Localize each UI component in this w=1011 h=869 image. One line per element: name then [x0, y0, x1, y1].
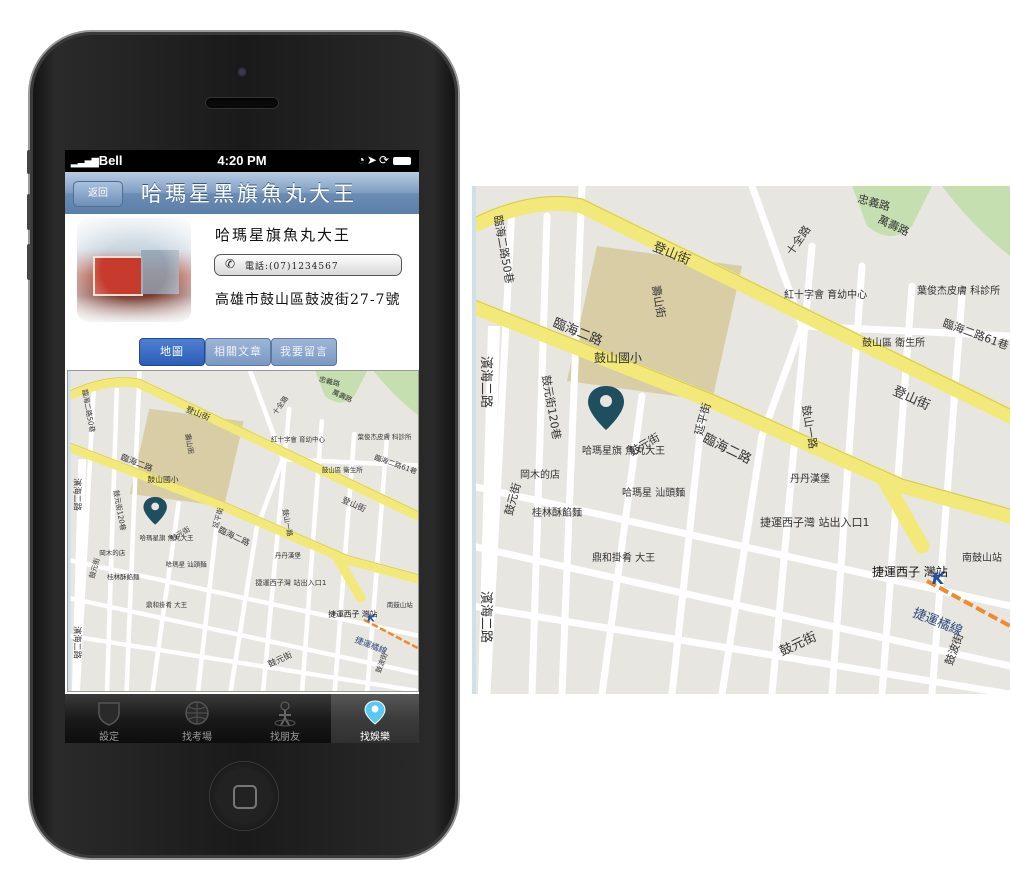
shop-photo	[77, 218, 191, 322]
home-square-icon	[233, 785, 257, 809]
poi-label: 南鼓山站	[962, 551, 1002, 564]
poi-label: 捷運西子灣 站出入口1	[760, 515, 870, 529]
volume-down-button	[27, 244, 31, 280]
page-title: 哈瑪星黑旗魚丸大王	[141, 182, 357, 206]
poi-label: 桂林酥餡麵	[532, 506, 582, 519]
poi-label: 哈瑪星 汕頭麵	[622, 486, 685, 499]
map-view[interactable]	[67, 370, 419, 692]
road-label: 濱海二路	[478, 356, 494, 408]
map-enlarged[interactable]: 臨海二路 登山街 登山街 臨海二路 鼓元街 濱海二路 濱海二路 捷運橘線 臨海二…	[472, 186, 1010, 694]
shop-name: 哈瑪星旗魚丸大王	[215, 226, 352, 244]
location-arrow-icon: ➤	[366, 153, 379, 167]
front-camera	[236, 66, 248, 78]
map-pin-icon	[364, 700, 386, 725]
call-button[interactable]: ✆ 電話:(07)1234567	[214, 254, 402, 276]
phone-icon: ✆	[225, 257, 236, 271]
shop-info: 哈瑪星旗魚丸大王 ✆ 電話:(07)1234567 高雄市鼓山區鼓波街27-7號	[65, 214, 419, 324]
tab-bar-entertainment[interactable]: 找娛樂	[331, 694, 419, 743]
home-button[interactable]	[210, 762, 278, 830]
back-button[interactable]: 返回	[73, 181, 123, 207]
tab-map[interactable]: 地圖	[139, 338, 205, 366]
poi-label: 鼎和掛肴 大王	[592, 551, 655, 564]
tab-bar-exam-site[interactable]: 找考場	[153, 694, 241, 743]
poi-label: 葉俊杰皮膚 科診所	[917, 284, 1000, 297]
map-small-svg	[68, 371, 418, 691]
shield-icon	[98, 702, 120, 726]
poi-label: 紅十字會 育幼中心	[784, 288, 867, 301]
shop-address: 高雄市鼓山區鼓波街27-7號	[215, 292, 401, 308]
poi-label: 鼓山區 衛生所	[862, 336, 925, 349]
tab-bar-friends[interactable]: 找朋友	[241, 694, 329, 743]
tab-leave-message[interactable]: 我要留言	[271, 338, 337, 366]
tab-bar-settings[interactable]: 設定	[65, 694, 153, 743]
poi-label: 哈瑪星旗 魚丸大王	[582, 444, 665, 457]
status-icons: ◔➤⟳	[358, 153, 411, 167]
tab-related-articles[interactable]: 相關文章	[205, 338, 271, 366]
poi-label: 岡木的店	[520, 468, 560, 481]
tab-bar: 設定 找考場 找朋友 找娛樂	[65, 694, 419, 743]
earpiece-speaker	[206, 98, 278, 108]
mute-switch	[27, 150, 31, 174]
battery-icon	[393, 156, 411, 165]
rotation-lock-icon: ⟳	[378, 153, 391, 167]
clock-icon: ◔	[357, 153, 367, 167]
poi-label: 鼓山國小	[594, 351, 642, 365]
globe-icon	[185, 701, 209, 725]
map-large-svg: 臨海二路 登山街 登山街 臨海二路 鼓元街 濱海二路 濱海二路 捷運橘線 臨海二…	[472, 186, 1010, 694]
status-bar: ▂▃▅▇Bell 4:20 PM ◔➤⟳	[65, 150, 419, 172]
person-icon	[274, 701, 296, 727]
poi-label: 丹丹漢堡	[790, 472, 830, 485]
navigation-bar: 返回 哈瑪星黑旗魚丸大王	[65, 172, 419, 215]
volume-up-button	[27, 194, 31, 230]
mrt-logo-icon: K	[932, 569, 946, 588]
road-label: 濱海二路	[478, 591, 494, 643]
phone-screen: ▂▃▅▇Bell 4:20 PM ◔➤⟳ 返回 哈瑪星黑旗魚丸大王 哈瑪星旗魚丸…	[65, 150, 419, 743]
